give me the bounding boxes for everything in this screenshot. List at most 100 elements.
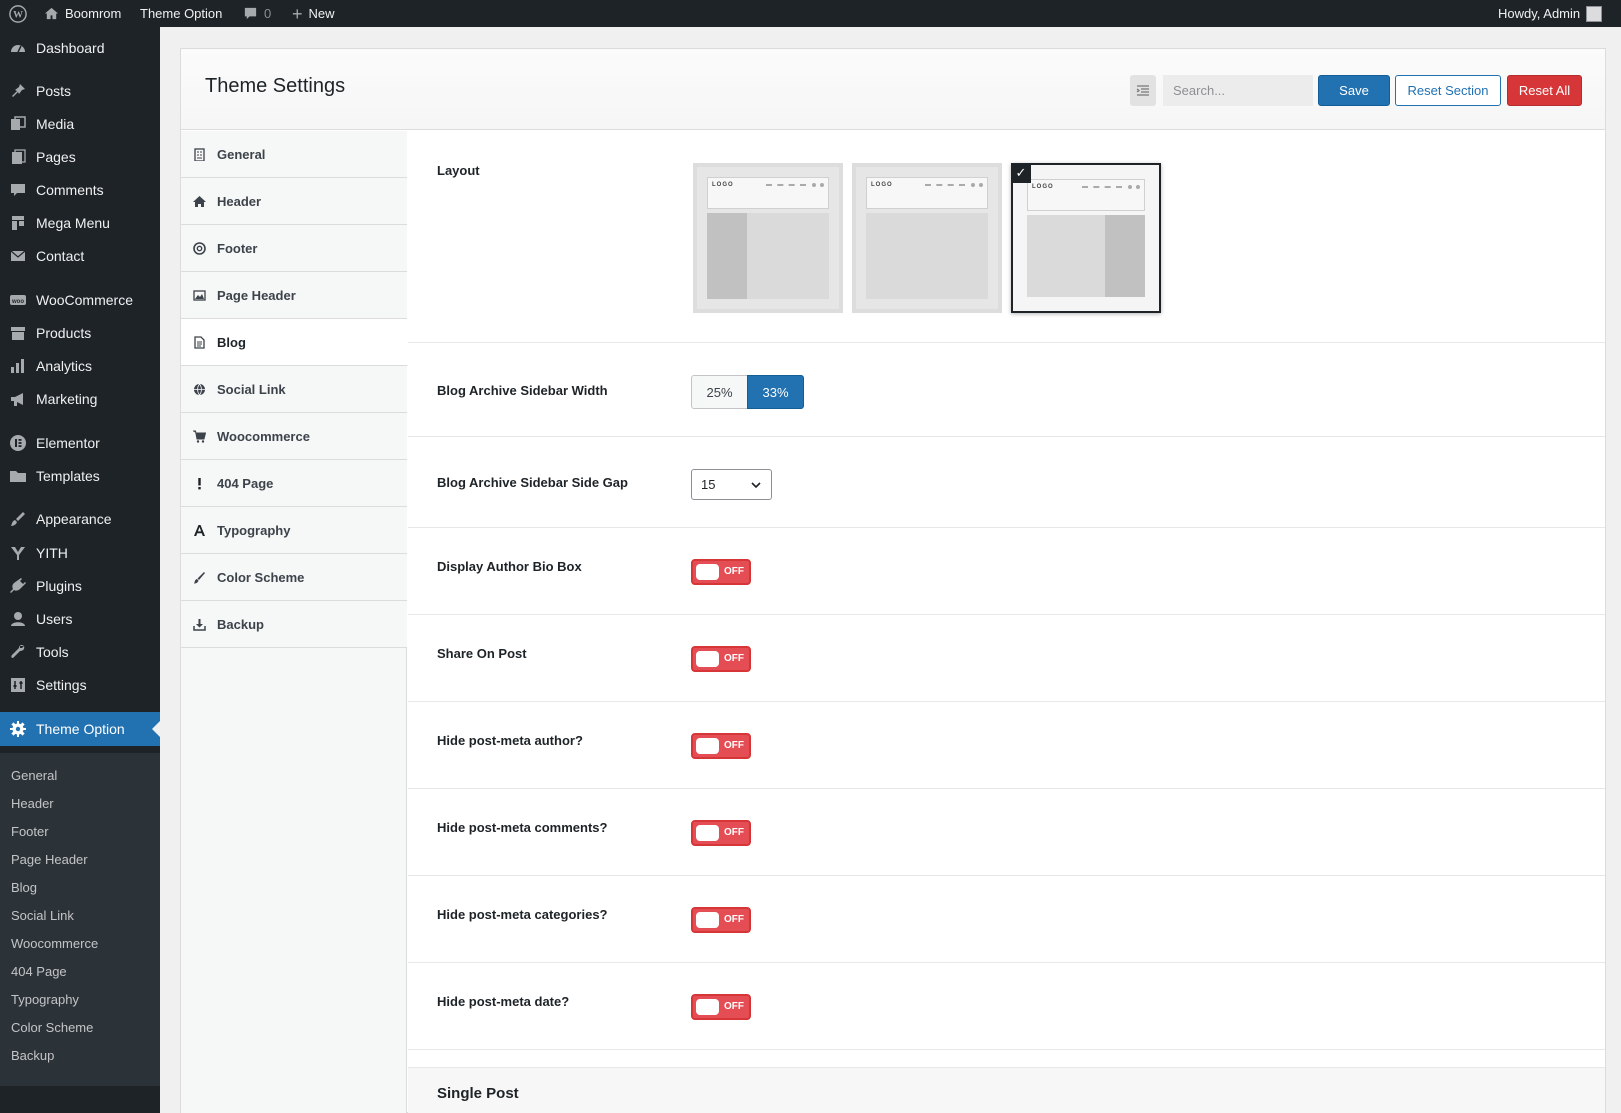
toggle-field: Display Author Bio Box OFF (408, 528, 1605, 615)
layout-logo-text: LOGO (871, 182, 893, 188)
submenu-item-blog[interactable]: Blog (11, 877, 37, 897)
menu-item-pages[interactable]: Pages (0, 140, 160, 174)
menu-item-woocommerce[interactable]: woo WooCommerce (0, 283, 160, 317)
list-expand-icon (1136, 84, 1149, 96)
sidebar-width-option-25[interactable]: 25% (691, 375, 748, 409)
submenu-item-typography[interactable]: Typography (11, 989, 79, 1009)
wordpress-logo-icon[interactable]: W (9, 0, 27, 27)
woo-icon: woo (0, 291, 36, 309)
section-tab-label: Header (217, 193, 262, 209)
my-account-link[interactable]: Howdy, Admin (1498, 0, 1603, 27)
sidebar-width-option-33[interactable]: 33% (747, 375, 804, 409)
user-icon (0, 610, 36, 628)
menu-item-users[interactable]: Users (0, 602, 160, 636)
menu-item-settings[interactable]: Settings (0, 668, 160, 702)
wrench-icon (0, 643, 36, 661)
archive-icon (0, 324, 36, 342)
section-tab-typography[interactable]: Typography (181, 507, 407, 554)
menu-item-mega-menu[interactable]: Mega Menu (0, 206, 160, 240)
layout-option-right-sidebar[interactable]: LOGO ✓ (1011, 163, 1161, 313)
comments-link[interactable]: 0 (243, 0, 271, 27)
toggle-field-label: Hide post-meta comments? (437, 820, 608, 835)
menu-item-posts[interactable]: Posts (0, 74, 160, 108)
layout-label: Layout (437, 163, 480, 178)
single-post-heading: Single Post (408, 1067, 1605, 1113)
menu-item-marketing[interactable]: Marketing (0, 382, 160, 416)
section-tab-social-link[interactable]: Social Link (181, 366, 407, 413)
menu-item-contact[interactable]: Contact (0, 239, 160, 273)
menu-item-media[interactable]: Media (0, 107, 160, 141)
search-input[interactable] (1163, 75, 1313, 106)
toggle-switch[interactable]: OFF (691, 733, 751, 759)
submenu-item-footer[interactable]: Footer (11, 821, 49, 841)
submenu-item-general[interactable]: General (11, 765, 57, 785)
menu-item-templates[interactable]: Templates (0, 459, 160, 493)
menu-item-label: Templates (36, 468, 100, 484)
layout-option-no-sidebar[interactable]: LOGO (852, 163, 1002, 313)
toggle-knob (696, 564, 719, 580)
gear-icon (0, 720, 36, 738)
menu-item-dashboard[interactable]: Dashboard (0, 31, 160, 65)
toggle-field: Hide post-meta categories? OFF (408, 876, 1605, 963)
menu-item-label: Mega Menu (36, 215, 110, 231)
toggle-switch[interactable]: OFF (691, 559, 751, 585)
menu-item-appearance[interactable]: Appearance (0, 502, 160, 536)
section-tab-page-header[interactable]: Page Header (181, 272, 407, 319)
menu-item-label: Pages (36, 149, 76, 165)
reset-all-button[interactable]: Reset All (1507, 75, 1582, 106)
section-tab-color-scheme[interactable]: Color Scheme (181, 554, 407, 601)
panel-header: Theme Settings Save Reset Section Reset … (181, 49, 1605, 130)
menu-item-tools[interactable]: Tools (0, 635, 160, 669)
new-content-link[interactable]: + New (292, 0, 335, 27)
sidebar-width-field: Blog Archive Sidebar Width 25% 33% (408, 343, 1605, 437)
toggle-state: OFF (724, 1001, 744, 1012)
section-tab-woocommerce[interactable]: Woocommerce (181, 413, 407, 460)
submenu-item-social-link[interactable]: Social Link (11, 905, 74, 925)
save-button[interactable]: Save (1318, 75, 1390, 106)
submenu-item-404-page[interactable]: 404 Page (11, 961, 67, 981)
paintbrush-icon (181, 571, 217, 584)
section-tab-backup[interactable]: Backup (181, 601, 407, 648)
menu-item-products[interactable]: Products (0, 316, 160, 350)
menu-item-theme-option[interactable]: Theme Option (0, 712, 160, 746)
theme-option-link[interactable]: Theme Option (140, 0, 222, 27)
toggle-switch[interactable]: OFF (691, 907, 751, 933)
toggle-field-label: Share On Post (437, 646, 527, 661)
layout-logo-text: LOGO (1032, 184, 1054, 190)
menu-item-label: Products (36, 325, 92, 341)
section-tab-404-page[interactable]: 404 Page (181, 460, 407, 507)
submenu-item-woocommerce[interactable]: Woocommerce (11, 933, 98, 953)
site-name-link[interactable]: Boomrom (44, 0, 121, 27)
section-tab-header[interactable]: Header (181, 178, 407, 225)
section-tab-footer[interactable]: Footer (181, 225, 407, 272)
menu-item-comments[interactable]: Comments (0, 173, 160, 207)
toggle-switch[interactable]: OFF (691, 820, 751, 846)
section-tab-blog[interactable]: Blog (181, 319, 408, 366)
section-tab-general[interactable]: General (181, 131, 407, 178)
menu-item-elementor[interactable]: Elementor (0, 426, 160, 460)
menu-item-analytics[interactable]: Analytics (0, 349, 160, 383)
submenu-item-backup[interactable]: Backup (11, 1045, 54, 1065)
layout-option-left-sidebar[interactable]: LOGO (693, 163, 843, 313)
toggle-knob (696, 912, 719, 928)
section-tab-label: General (217, 146, 266, 162)
reset-section-button[interactable]: Reset Section (1395, 75, 1501, 106)
menu-item-yith[interactable]: YITH (0, 536, 160, 570)
media-icon (0, 115, 36, 133)
submenu-item-color-scheme[interactable]: Color Scheme (11, 1017, 93, 1037)
layout-field: Layout LOGO LOGO LOGO ✓ (408, 131, 1605, 343)
toggle-switch[interactable]: OFF (691, 646, 751, 672)
avatar (1586, 5, 1603, 22)
submenu-item-header[interactable]: Header (11, 793, 54, 813)
exclamation-icon (181, 477, 217, 490)
globe-icon (181, 383, 217, 396)
side-gap-select[interactable]: 15 (691, 469, 772, 500)
sidebar-width-label: Blog Archive Sidebar Width (437, 383, 608, 398)
menu-item-label: Settings (36, 677, 87, 693)
menu-item-plugins[interactable]: Plugins (0, 569, 160, 603)
menu-item-label: Tools (36, 644, 69, 660)
toggle-knob (696, 651, 719, 667)
toggle-switch[interactable]: OFF (691, 994, 751, 1020)
expand-options-button[interactable] (1130, 75, 1156, 106)
submenu-item-page-header[interactable]: Page Header (11, 849, 88, 869)
